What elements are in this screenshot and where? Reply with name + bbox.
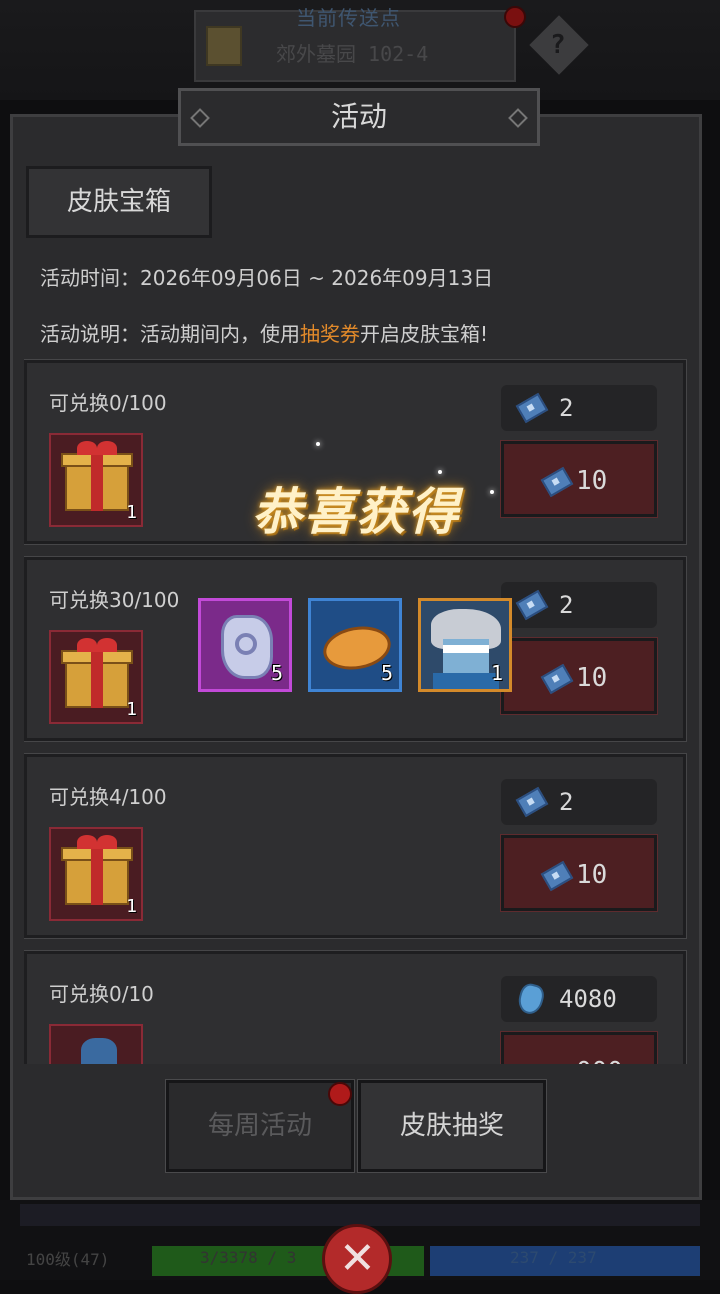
close-button[interactable]: ✕ bbox=[322, 1224, 392, 1294]
skin-chest-tab[interactable]: 皮肤宝箱 bbox=[26, 166, 212, 238]
single-cost-value: 2 bbox=[559, 788, 574, 816]
sparkle bbox=[490, 490, 494, 494]
ticket-icon bbox=[515, 392, 549, 424]
panel-title-text: 活动 bbox=[330, 100, 387, 133]
loot-item-bread[interactable]: 5 bbox=[308, 598, 402, 692]
gift-bow bbox=[97, 835, 117, 849]
exchange-count: 可兑换0/10 bbox=[49, 982, 154, 1006]
exchange-button[interactable]: 10 bbox=[500, 440, 658, 518]
gift-bow bbox=[77, 638, 97, 652]
gift-bow bbox=[97, 638, 117, 652]
gift-box-reward[interactable]: 1 bbox=[49, 433, 143, 527]
single-cost: 2 bbox=[501, 385, 657, 431]
exchange-cost-value: 000 bbox=[576, 1057, 623, 1064]
tab-weekly-activity[interactable]: 每周活动 bbox=[165, 1079, 355, 1173]
single-cost: 4080 bbox=[501, 976, 657, 1022]
exchange-count: 可兑换0/100 bbox=[49, 391, 167, 415]
loot-item-spirit-stone[interactable]: 5 bbox=[198, 598, 292, 692]
congratulations-title: 恭喜获得 bbox=[252, 483, 460, 541]
activity-description: 活动说明：活动期间内，使用抽奖券开启皮肤宝箱! bbox=[40, 318, 488, 347]
hero-body bbox=[433, 673, 499, 689]
desc-prefix: 活动说明：活动期间内，使用 bbox=[40, 322, 300, 346]
notification-dot bbox=[328, 1082, 352, 1106]
lottery-ticket-link[interactable]: 抽奖券 bbox=[300, 322, 360, 346]
loot-qty: 5 bbox=[270, 661, 283, 685]
mp-text: 237 / 237 bbox=[510, 1248, 597, 1267]
gift-bow bbox=[77, 441, 97, 455]
panel-title: 活动 bbox=[178, 88, 540, 146]
ticket-icon bbox=[515, 589, 549, 621]
single-cost-value: 2 bbox=[559, 591, 574, 619]
single-cost: 2 bbox=[501, 582, 657, 628]
reward-qty: 1 bbox=[126, 502, 137, 523]
loot-qty: 5 bbox=[380, 661, 393, 685]
exchange-card: 可兑换0/10 4080 000 bbox=[24, 950, 687, 1064]
gift-box-reward[interactable]: 1 bbox=[49, 827, 143, 921]
desc-suffix: 开启皮肤宝箱! bbox=[360, 322, 489, 346]
help-question-mark: ? bbox=[550, 30, 566, 60]
gift-bow bbox=[97, 441, 117, 455]
exchange-cost-value: 10 bbox=[576, 466, 608, 496]
activity-time: 活动时间：2026年09月06日 ~ 2026年09月13日 bbox=[40, 266, 494, 290]
diamond-ornament-icon bbox=[190, 108, 210, 128]
diamond-ornament-icon bbox=[508, 108, 528, 128]
gift-bow bbox=[77, 835, 97, 849]
single-cost-value: 4080 bbox=[559, 985, 617, 1013]
map-icon bbox=[206, 26, 242, 66]
skin-reward[interactable] bbox=[49, 1024, 143, 1064]
gift-ribbon bbox=[91, 847, 103, 905]
exchange-card: 可兑换4/100 1 2 10 bbox=[24, 753, 687, 939]
teleport-point-box[interactable]: 当前传送点 郊外墓园 102-4 bbox=[194, 6, 516, 82]
gem-icon bbox=[515, 981, 547, 1017]
close-icon: ✕ bbox=[339, 1233, 376, 1284]
reward-qty: 1 bbox=[126, 896, 137, 917]
hp-text: 3/3378 / 3 bbox=[200, 1248, 297, 1267]
ticket-icon bbox=[540, 860, 574, 892]
loot-qty: 1 bbox=[490, 661, 503, 685]
single-cost: 2 bbox=[501, 779, 657, 825]
player-level: 100级(47) bbox=[26, 1250, 110, 1269]
reward-qty: 1 bbox=[126, 699, 137, 720]
tab-skin-draw[interactable]: 皮肤抽奖 bbox=[357, 1079, 547, 1173]
exchange-count: 可兑换4/100 bbox=[49, 785, 167, 809]
single-cost-value: 2 bbox=[559, 394, 574, 422]
skill-bar bbox=[20, 1204, 700, 1226]
exchange-count: 可兑换30/100 bbox=[49, 588, 180, 612]
exchange-cost-value: 10 bbox=[576, 663, 608, 693]
ticket-icon bbox=[515, 786, 549, 818]
gift-box-reward[interactable]: 1 bbox=[49, 630, 143, 724]
exchange-button[interactable]: 10 bbox=[500, 834, 658, 912]
loot-item-hero-skin[interactable]: 1 bbox=[418, 598, 512, 692]
gift-ribbon bbox=[91, 453, 103, 511]
skin-icon bbox=[81, 1038, 117, 1064]
sparkle bbox=[316, 442, 320, 446]
hero-visor bbox=[443, 645, 489, 653]
stone-swirl bbox=[235, 633, 257, 655]
exchange-list[interactable]: 可兑换0/100 1 2 10 可兑换30/100 1 2 10 可兑换4/10… bbox=[24, 358, 688, 1064]
ticket-icon bbox=[540, 466, 574, 498]
gift-ribbon bbox=[91, 650, 103, 708]
teleport-name: 郊外墓园 102-4 bbox=[276, 42, 429, 66]
teleport-title: 当前传送点 bbox=[296, 6, 401, 30]
exchange-cost-value: 10 bbox=[576, 860, 608, 890]
ticket-icon bbox=[540, 663, 574, 695]
exchange-button[interactable]: 10 bbox=[500, 637, 658, 715]
top-bar: 当前传送点 郊外墓园 102-4 ? bbox=[0, 0, 720, 100]
notification-dot bbox=[504, 6, 526, 28]
exchange-button[interactable]: 000 bbox=[500, 1031, 658, 1064]
